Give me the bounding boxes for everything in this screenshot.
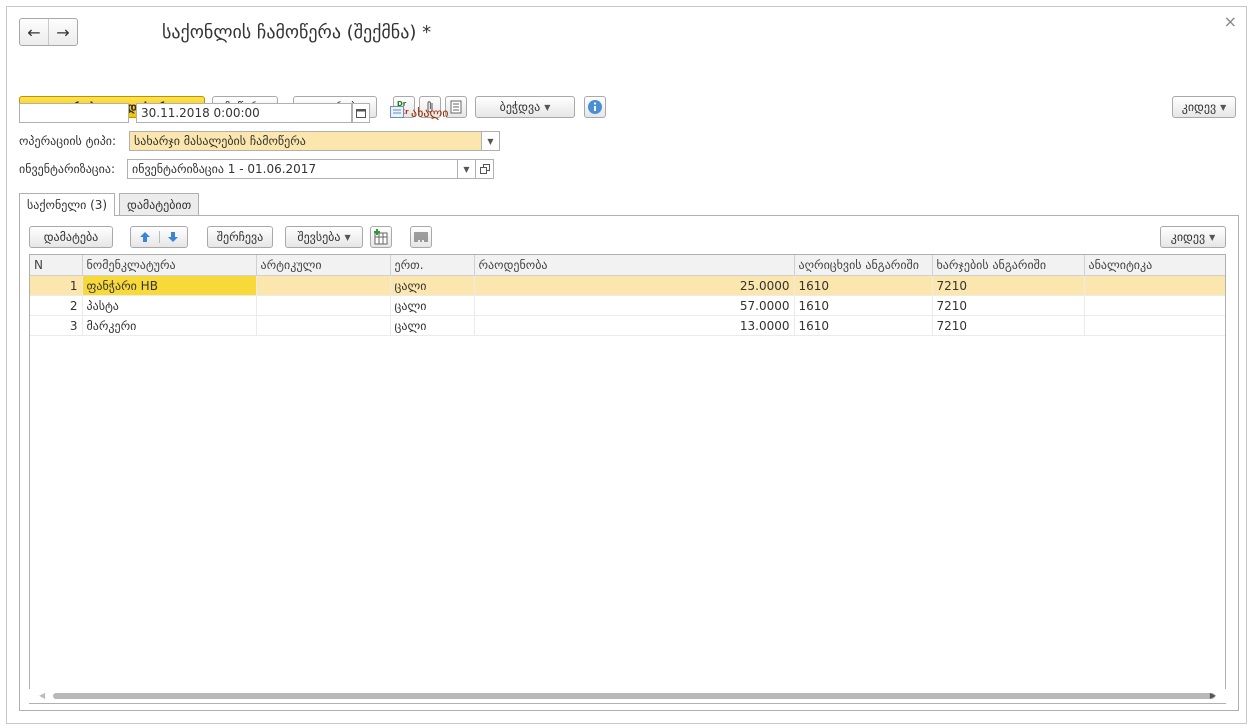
operation-type-label: ოპერაციის ტიპი: bbox=[19, 134, 117, 148]
article-cell[interactable] bbox=[256, 295, 391, 316]
column-header-unit[interactable]: ერთ. bbox=[390, 255, 475, 276]
tab-additional[interactable]: დამატებით bbox=[119, 193, 200, 215]
column-header-n[interactable]: N bbox=[30, 255, 83, 276]
add-button[interactable]: დამატება bbox=[29, 226, 113, 248]
account-cell[interactable]: 1610 bbox=[794, 275, 933, 296]
chevron-down-icon: ▼ bbox=[344, 232, 351, 242]
expense-account-cell[interactable]: 7210 bbox=[932, 315, 1085, 336]
column-header-article[interactable]: არტიკული bbox=[256, 255, 391, 276]
fill-button[interactable]: შევსება ▼ bbox=[285, 226, 363, 248]
chevron-down-icon[interactable]: ▼ bbox=[458, 159, 476, 179]
chevron-down-icon: ▼ bbox=[544, 102, 551, 112]
table-more-button[interactable]: კიდევ ▼ bbox=[1160, 226, 1226, 248]
table-row[interactable]: 2 პასტა ცალი 57.0000 1610 7210 bbox=[30, 295, 1225, 316]
number-field[interactable] bbox=[19, 103, 129, 123]
row-number: 1 bbox=[30, 275, 83, 296]
comment-icon[interactable] bbox=[390, 106, 404, 121]
open-form-icon[interactable] bbox=[476, 159, 494, 179]
page-title: საქონლის ჩამოწერა (შექმნა) * bbox=[162, 22, 432, 43]
expense-account-cell[interactable]: 7210 bbox=[932, 275, 1085, 296]
chevron-down-icon: ▼ bbox=[1220, 102, 1227, 112]
item-cell[interactable]: პასტა bbox=[82, 295, 257, 316]
horizontal-scrollbar[interactable]: ◀ ▶ bbox=[29, 689, 1226, 703]
print-label: ბეჭდვა bbox=[499, 100, 541, 114]
move-buttons bbox=[130, 226, 188, 248]
expense-account-cell[interactable]: 7210 bbox=[932, 295, 1085, 316]
account-cell[interactable]: 1610 bbox=[794, 295, 933, 316]
chevron-down-icon[interactable]: ▼ bbox=[482, 131, 500, 151]
column-header-expense-account[interactable]: ხარჯების ანგარიში bbox=[932, 255, 1085, 276]
table-row[interactable]: 3 მარკერი ცალი 13.0000 1610 7210 bbox=[30, 315, 1225, 336]
analytics-cell[interactable] bbox=[1084, 315, 1225, 336]
scroll-left-icon[interactable]: ◀ bbox=[39, 689, 45, 703]
close-icon[interactable]: × bbox=[1224, 12, 1237, 31]
forward-arrow-icon[interactable]: → bbox=[48, 19, 77, 45]
tab-goods[interactable]: საქონელი (3) bbox=[19, 193, 116, 216]
date-field[interactable]: 30.11.2018 0:00:00 bbox=[136, 103, 352, 123]
article-cell[interactable] bbox=[256, 315, 391, 336]
analytics-cell[interactable] bbox=[1084, 295, 1225, 316]
status-link[interactable]: ახალი bbox=[411, 106, 448, 120]
print-button[interactable]: ბეჭდვა ▼ bbox=[475, 96, 575, 118]
inventory-field[interactable]: ინვენტარიზაცია 1 - 01.06.2017 bbox=[127, 159, 458, 179]
barcode-icon[interactable] bbox=[410, 226, 432, 248]
column-header-quantity[interactable]: რაოდენობა bbox=[474, 255, 795, 276]
row-number: 2 bbox=[30, 295, 83, 316]
calendar-icon[interactable] bbox=[352, 103, 370, 123]
chevron-down-icon: ▼ bbox=[1209, 232, 1216, 242]
fill-label: შევსება bbox=[297, 230, 341, 244]
article-cell[interactable] bbox=[256, 275, 391, 296]
scroll-right-icon[interactable]: ▶ bbox=[1210, 689, 1216, 703]
scrollbar-thumb[interactable] bbox=[53, 693, 1215, 699]
account-cell[interactable]: 1610 bbox=[794, 315, 933, 336]
quantity-cell[interactable]: 13.0000 bbox=[474, 315, 795, 336]
more-label: კიდევ bbox=[1170, 230, 1206, 244]
row-number: 3 bbox=[30, 315, 83, 336]
column-header-analytics[interactable]: ანალიტიკა bbox=[1084, 255, 1225, 276]
navigation-buttons: ← → bbox=[19, 18, 78, 46]
more-button[interactable]: კიდევ ▼ bbox=[1172, 96, 1236, 118]
info-icon[interactable] bbox=[584, 96, 606, 118]
move-down-icon[interactable] bbox=[160, 231, 188, 243]
item-cell[interactable]: ფანჭარი HB bbox=[82, 275, 257, 296]
more-label: კიდევ bbox=[1181, 100, 1217, 114]
unit-cell[interactable]: ცალი bbox=[390, 315, 475, 336]
analytics-cell[interactable] bbox=[1084, 275, 1225, 296]
quantity-cell[interactable]: 25.0000 bbox=[474, 275, 795, 296]
inventory-label: ინვენტარიზაცია: bbox=[19, 162, 116, 176]
unit-cell[interactable]: ცალი bbox=[390, 295, 475, 316]
goods-table: N ნომენკლატურა არტიკული ერთ. რაოდენობა ა… bbox=[29, 254, 1226, 704]
table-header: N ნომენკლატურა არტიკული ერთ. რაოდენობა ა… bbox=[30, 255, 1225, 276]
unit-cell[interactable]: ცალი bbox=[390, 275, 475, 296]
back-arrow-icon[interactable]: ← bbox=[20, 19, 48, 45]
column-header-item[interactable]: ნომენკლატურა bbox=[82, 255, 257, 276]
operation-type-field[interactable]: სახარჯი მასალების ჩამოწერა bbox=[129, 131, 482, 151]
add-from-table-icon[interactable] bbox=[370, 226, 392, 248]
quantity-cell[interactable]: 57.0000 bbox=[474, 295, 795, 316]
table-row[interactable]: 1 ფანჭარი HB ცალი 25.0000 1610 7210 bbox=[30, 275, 1225, 296]
column-header-account[interactable]: აღრიცხვის ანგარიში bbox=[794, 255, 933, 276]
select-button[interactable]: შერჩევა bbox=[207, 226, 273, 248]
move-up-icon[interactable] bbox=[131, 231, 160, 243]
item-cell[interactable]: მარკერი bbox=[82, 315, 257, 336]
